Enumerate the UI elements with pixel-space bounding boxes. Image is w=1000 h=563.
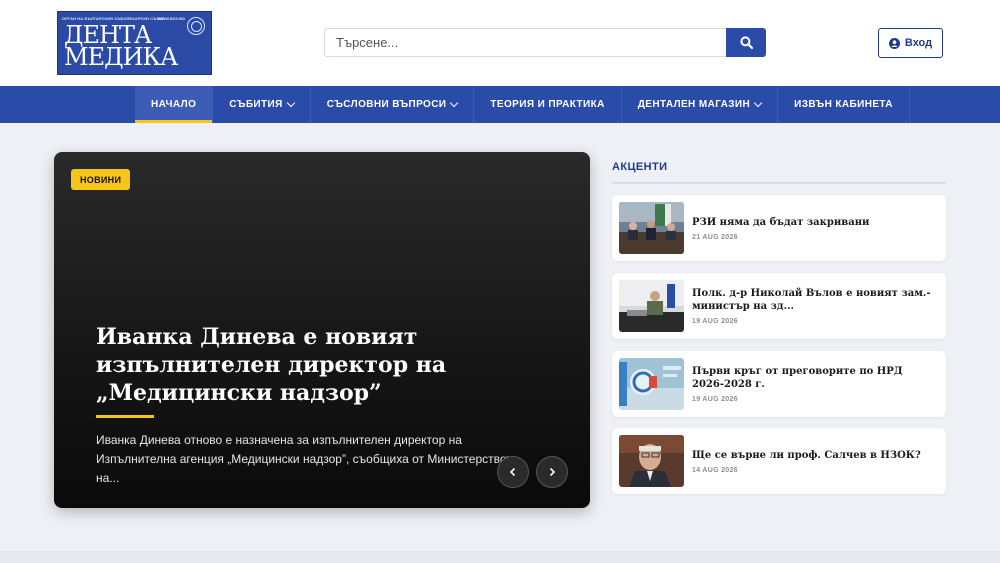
highlight-headline[interactable]: РЗИ няма да бъдат закривани [692,216,937,229]
slider-prev-button[interactable] [497,456,529,488]
chevron-down-icon [286,98,295,108]
highlights-divider [612,182,946,184]
login-label: Вход [904,37,933,49]
search-input[interactable] [324,28,726,57]
highlight-item[interactable]: РЗИ няма да бъдат закривани 21 AUG 2026 [612,195,946,261]
highlight-headline[interactable]: Ще се върне ли проф. Салчев в НЗОК? [692,449,937,462]
nav-item-theory-practice[interactable]: ТЕОРИЯ И ПРАКТИКА [474,86,622,123]
highlight-date: 14 AUG 2026 [692,466,738,474]
highlight-date: 21 AUG 2026 [692,233,738,241]
nav-item-outside-office[interactable]: ИЗВЪН КАБИНЕТА [778,86,910,123]
nav-item-home[interactable]: НАЧАЛО [135,86,214,123]
nav-item-dental-shop[interactable]: ДЕНТАЛЕН МАГАЗИН [622,86,779,123]
highlights-heading: АКЦЕНТИ [612,161,668,173]
site-logo[interactable]: ОРГАН НА БЪЛГАРСКИЯ ЗЪБОЛЕКАРСКИ СЪЮЗ WW… [57,11,212,75]
search-bar [324,28,766,57]
logo-site-url: WWW.BZS.BG [157,16,185,21]
highlight-text: Полк. д-р Николай Вълов е новият зам.-ми… [692,273,937,339]
featured-article-excerpt: Иванка Динева отново е назначена за изпъ… [96,433,519,485]
category-badge[interactable]: НОВИНИ [71,169,131,190]
article-thumbnail[interactable] [619,202,684,254]
highlight-item[interactable]: Ще се върне ли проф. Салчев в НЗОК? 14 A… [612,428,946,494]
login-button[interactable]: Вход [878,28,943,58]
logo-seal-icon [187,17,205,35]
nav-item-label: НАЧАЛО [151,99,197,110]
highlight-text: Първи кръг от преговорите по НРД 2026-20… [692,351,937,417]
nav-item-label: ИЗВЪН КАБИНЕТА [794,99,893,110]
title-underline [96,415,154,418]
nav-list: НАЧАЛО СЪБИТИЯ СЪСЛОВНИ ВЪПРОСИ ТЕОРИЯ И… [135,86,910,123]
search-button[interactable] [726,28,766,57]
site-header: ОРГАН НА БЪЛГАРСКИЯ ЗЪБОЛЕКАРСКИ СЪЮЗ WW… [0,0,1000,86]
slider-next-button[interactable] [536,456,568,488]
chevron-left-icon [509,467,516,477]
nav-item-guild-issues[interactable]: СЪСЛОВНИ ВЪПРОСИ [311,86,475,123]
featured-article-title[interactable]: Иванка Динева е новият изпълнителен дире… [96,323,476,407]
search-icon [739,36,753,49]
nav-item-events[interactable]: СЪБИТИЯ [213,86,311,123]
highlight-item[interactable]: Полк. д-р Николай Вълов е новият зам.-ми… [612,273,946,339]
featured-article-slider[interactable]: НОВИНИ Иванка Динева е новият изпълнител… [54,152,590,508]
article-thumbnail[interactable] [619,280,684,332]
nav-item-label: СЪБИТИЯ [229,99,283,110]
nav-item-label: ТЕОРИЯ И ПРАКТИКА [490,99,605,110]
highlight-date: 19 AUG 2026 [692,396,738,403]
highlight-headline[interactable]: Първи кръг от преговорите по НРД 2026-20… [692,365,937,391]
chevron-down-icon [753,98,763,108]
section-divider [0,551,1000,563]
logo-line-2: МЕДИКА [64,43,178,71]
user-icon [888,37,900,49]
nav-item-label: СЪСЛОВНИ ВЪПРОСИ [326,99,447,110]
highlight-date: 19 AUG 2026 [692,318,738,325]
highlight-text: Ще се върне ли проф. Салчев в НЗОК? 14 A… [692,428,937,494]
main-navigation: НАЧАЛО СЪБИТИЯ СЪСЛОВНИ ВЪПРОСИ ТЕОРИЯ И… [0,86,1000,123]
nav-item-label: ДЕНТАЛЕН МАГАЗИН [637,99,751,110]
article-thumbnail[interactable] [619,358,684,410]
chevron-right-icon [549,467,556,477]
highlight-headline[interactable]: Полк. д-р Николай Вълов е новият зам.-ми… [692,287,937,313]
highlight-item[interactable]: Първи кръг от преговорите по НРД 2026-20… [612,351,946,417]
article-thumbnail[interactable] [619,435,684,487]
chevron-down-icon [450,98,459,108]
highlight-text: РЗИ няма да бъдат закривани 21 AUG 2026 [692,195,937,261]
